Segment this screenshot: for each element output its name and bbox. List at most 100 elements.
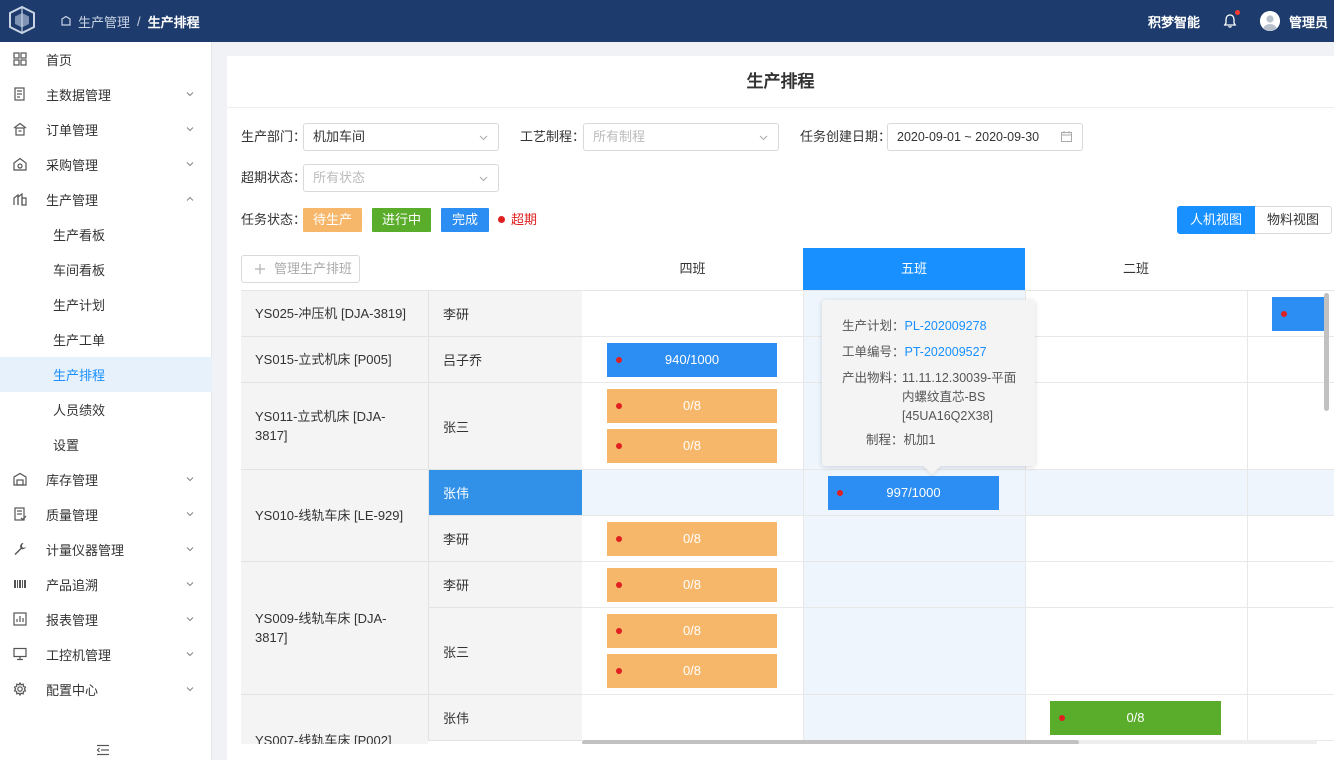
overdue-filter-label: 超期状态：	[241, 170, 307, 185]
overdue-dot	[616, 536, 622, 542]
notification-bell-icon[interactable]	[1222, 10, 1240, 29]
process-select[interactable]: 所有制程	[583, 123, 779, 151]
sidebar-item-settings[interactable]: 设置	[0, 427, 212, 462]
sidebar-item-label: 库存管理	[46, 473, 99, 488]
user-name[interactable]: 管理员	[1289, 12, 1328, 31]
sidebar-item-master-data[interactable]: 主数据管理	[0, 77, 212, 112]
collapse-menu-icon[interactable]	[96, 744, 110, 756]
sidebar-item-config-center[interactable]: 配置中心	[0, 672, 212, 707]
scrollbar-thumb[interactable]	[1324, 293, 1329, 411]
breadcrumb-parent[interactable]: 生产管理	[78, 12, 130, 31]
overdue-status-select[interactable]: 所有状态	[303, 164, 499, 192]
chevron-down-icon	[759, 135, 768, 141]
chevron-down-icon	[186, 127, 194, 132]
scrollbar-thumb[interactable]	[582, 740, 1079, 744]
app-logo-icon[interactable]	[6, 4, 38, 36]
sidebar-item-purchase[interactable]: 采购管理	[0, 147, 212, 182]
task-progress: 0/8	[682, 398, 702, 413]
tooltip-order-link[interactable]: PT-202009527	[905, 345, 987, 359]
task-block[interactable]: 940/1000	[607, 343, 777, 377]
breadcrumb: 生产管理 / 生产排程	[60, 0, 200, 42]
task-status-label: 任务状态：	[241, 212, 307, 227]
chevron-down-icon	[186, 162, 194, 167]
sidebar-item-staff-performance[interactable]: 人员绩效	[0, 392, 212, 427]
vertical-scrollbar[interactable]	[1324, 291, 1329, 739]
material-view-button[interactable]: 物料视图	[1255, 206, 1333, 234]
overdue-dot	[1059, 715, 1065, 721]
warehouse-icon	[13, 472, 27, 486]
sidebar-item-quality[interactable]: 质量管理	[0, 497, 212, 532]
machine-cell: YS009-线轨车床 [DJA-3817]	[241, 562, 428, 695]
department-value: 机加车间	[313, 129, 366, 144]
task-block[interactable]: 0/8	[1050, 701, 1221, 735]
sidebar-item-work-order[interactable]: 生产工单	[0, 322, 212, 357]
sidebar-item-production[interactable]: 生产管理	[0, 182, 212, 217]
sidebar-item-label: 生产工单	[53, 333, 106, 348]
task-progress: 0/8	[682, 577, 702, 592]
tooltip-plan-link[interactable]: PL-202009278	[905, 319, 987, 333]
task-block[interactable]: 0/8	[607, 654, 777, 688]
sidebar-item-production-board[interactable]: 生产看板	[0, 217, 212, 252]
quality-icon	[14, 507, 27, 521]
shift-header-5[interactable]: 五班	[803, 248, 1025, 290]
shift-header-2[interactable]: 二班	[1025, 248, 1247, 290]
worker-cell[interactable]: 李研	[428, 562, 582, 608]
sidebar-item-industrial-pc[interactable]: 工控机管理	[0, 637, 212, 672]
column-divider	[1247, 291, 1248, 744]
worker-cell[interactable]: 张三	[428, 608, 582, 695]
task-progress: 997/1000	[886, 485, 941, 500]
worker-cell[interactable]: 李研	[428, 291, 582, 337]
user-avatar[interactable]	[1259, 11, 1280, 31]
sidebar-item-workshop-board[interactable]: 车间看板	[0, 252, 212, 287]
chevron-down-icon	[186, 652, 194, 657]
sidebar-item-label: 生产计划	[53, 298, 106, 313]
worker-cell[interactable]: 李研	[428, 516, 582, 562]
overdue-dot	[616, 582, 622, 588]
human-machine-view-button[interactable]: 人机视图	[1177, 206, 1256, 234]
task-block[interactable]: 0/8	[607, 614, 777, 648]
sidebar-item-orders[interactable]: 订单管理	[0, 112, 212, 147]
worker-cell[interactable]: 张伟	[428, 695, 582, 741]
machine-cell: YS015-立式机床 [P005]	[241, 337, 428, 383]
chevron-down-icon	[186, 687, 194, 692]
sidebar-item-label: 订单管理	[46, 123, 99, 138]
notification-dot	[1234, 10, 1240, 15]
grid-icon	[13, 52, 27, 66]
task-progress: 0/8	[682, 663, 702, 678]
sidebar-item-production-plan[interactable]: 生产计划	[0, 287, 212, 322]
task-block[interactable]	[1272, 297, 1324, 331]
sidebar-item-reports[interactable]: 报表管理	[0, 602, 212, 637]
chevron-down-icon	[186, 92, 194, 97]
chevron-down-icon	[186, 617, 194, 622]
horizontal-scrollbar[interactable]	[582, 740, 1317, 744]
worker-cell-selected[interactable]: 张伟	[428, 470, 582, 516]
department-label: 生产部门：	[241, 129, 307, 144]
task-block[interactable]: 0/8	[607, 429, 777, 463]
breadcrumb-home-icon	[61, 15, 71, 26]
task-block-selected[interactable]: 997/1000	[828, 476, 999, 510]
task-block[interactable]: 0/8	[607, 522, 777, 556]
date-range-picker[interactable]: 2020-09-01 ~ 2020-09-30	[887, 123, 1083, 151]
tooltip-plan-label: 生产计划：	[842, 319, 905, 333]
sidebar: 首页 主数据管理 订单管理 采购管理 生产管理 生产看板 车间看板 生产计划 生…	[0, 42, 212, 760]
department-select[interactable]: 机加车间	[303, 123, 499, 151]
sidebar-item-label: 工控机管理	[46, 648, 112, 663]
sidebar-item-home[interactable]: 首页	[0, 42, 212, 77]
task-progress: 0/8	[682, 531, 702, 546]
sidebar-item-inventory[interactable]: 库存管理	[0, 462, 212, 497]
worker-cell[interactable]: 吕子乔	[428, 337, 582, 383]
sidebar-item-label: 采购管理	[46, 158, 99, 173]
machine-cell: YS011-立式机床 [DJA-3817]	[241, 383, 428, 470]
sidebar-item-production-schedule[interactable]: 生产排程	[0, 357, 212, 392]
task-block[interactable]: 0/8	[607, 389, 777, 423]
chevron-down-icon	[186, 477, 194, 482]
sidebar-item-label: 主数据管理	[46, 88, 112, 103]
sidebar-item-traceability[interactable]: 产品追溯	[0, 567, 212, 602]
breadcrumb-current: 生产排程	[147, 14, 200, 30]
sidebar-item-label: 生产管理	[46, 193, 99, 208]
shift-header-4[interactable]: 四班	[582, 248, 803, 290]
sidebar-item-instruments[interactable]: 计量仪器管理	[0, 532, 212, 567]
task-block[interactable]: 0/8	[607, 568, 777, 602]
worker-cell[interactable]: 张三	[428, 383, 582, 470]
order-icon	[13, 122, 27, 136]
